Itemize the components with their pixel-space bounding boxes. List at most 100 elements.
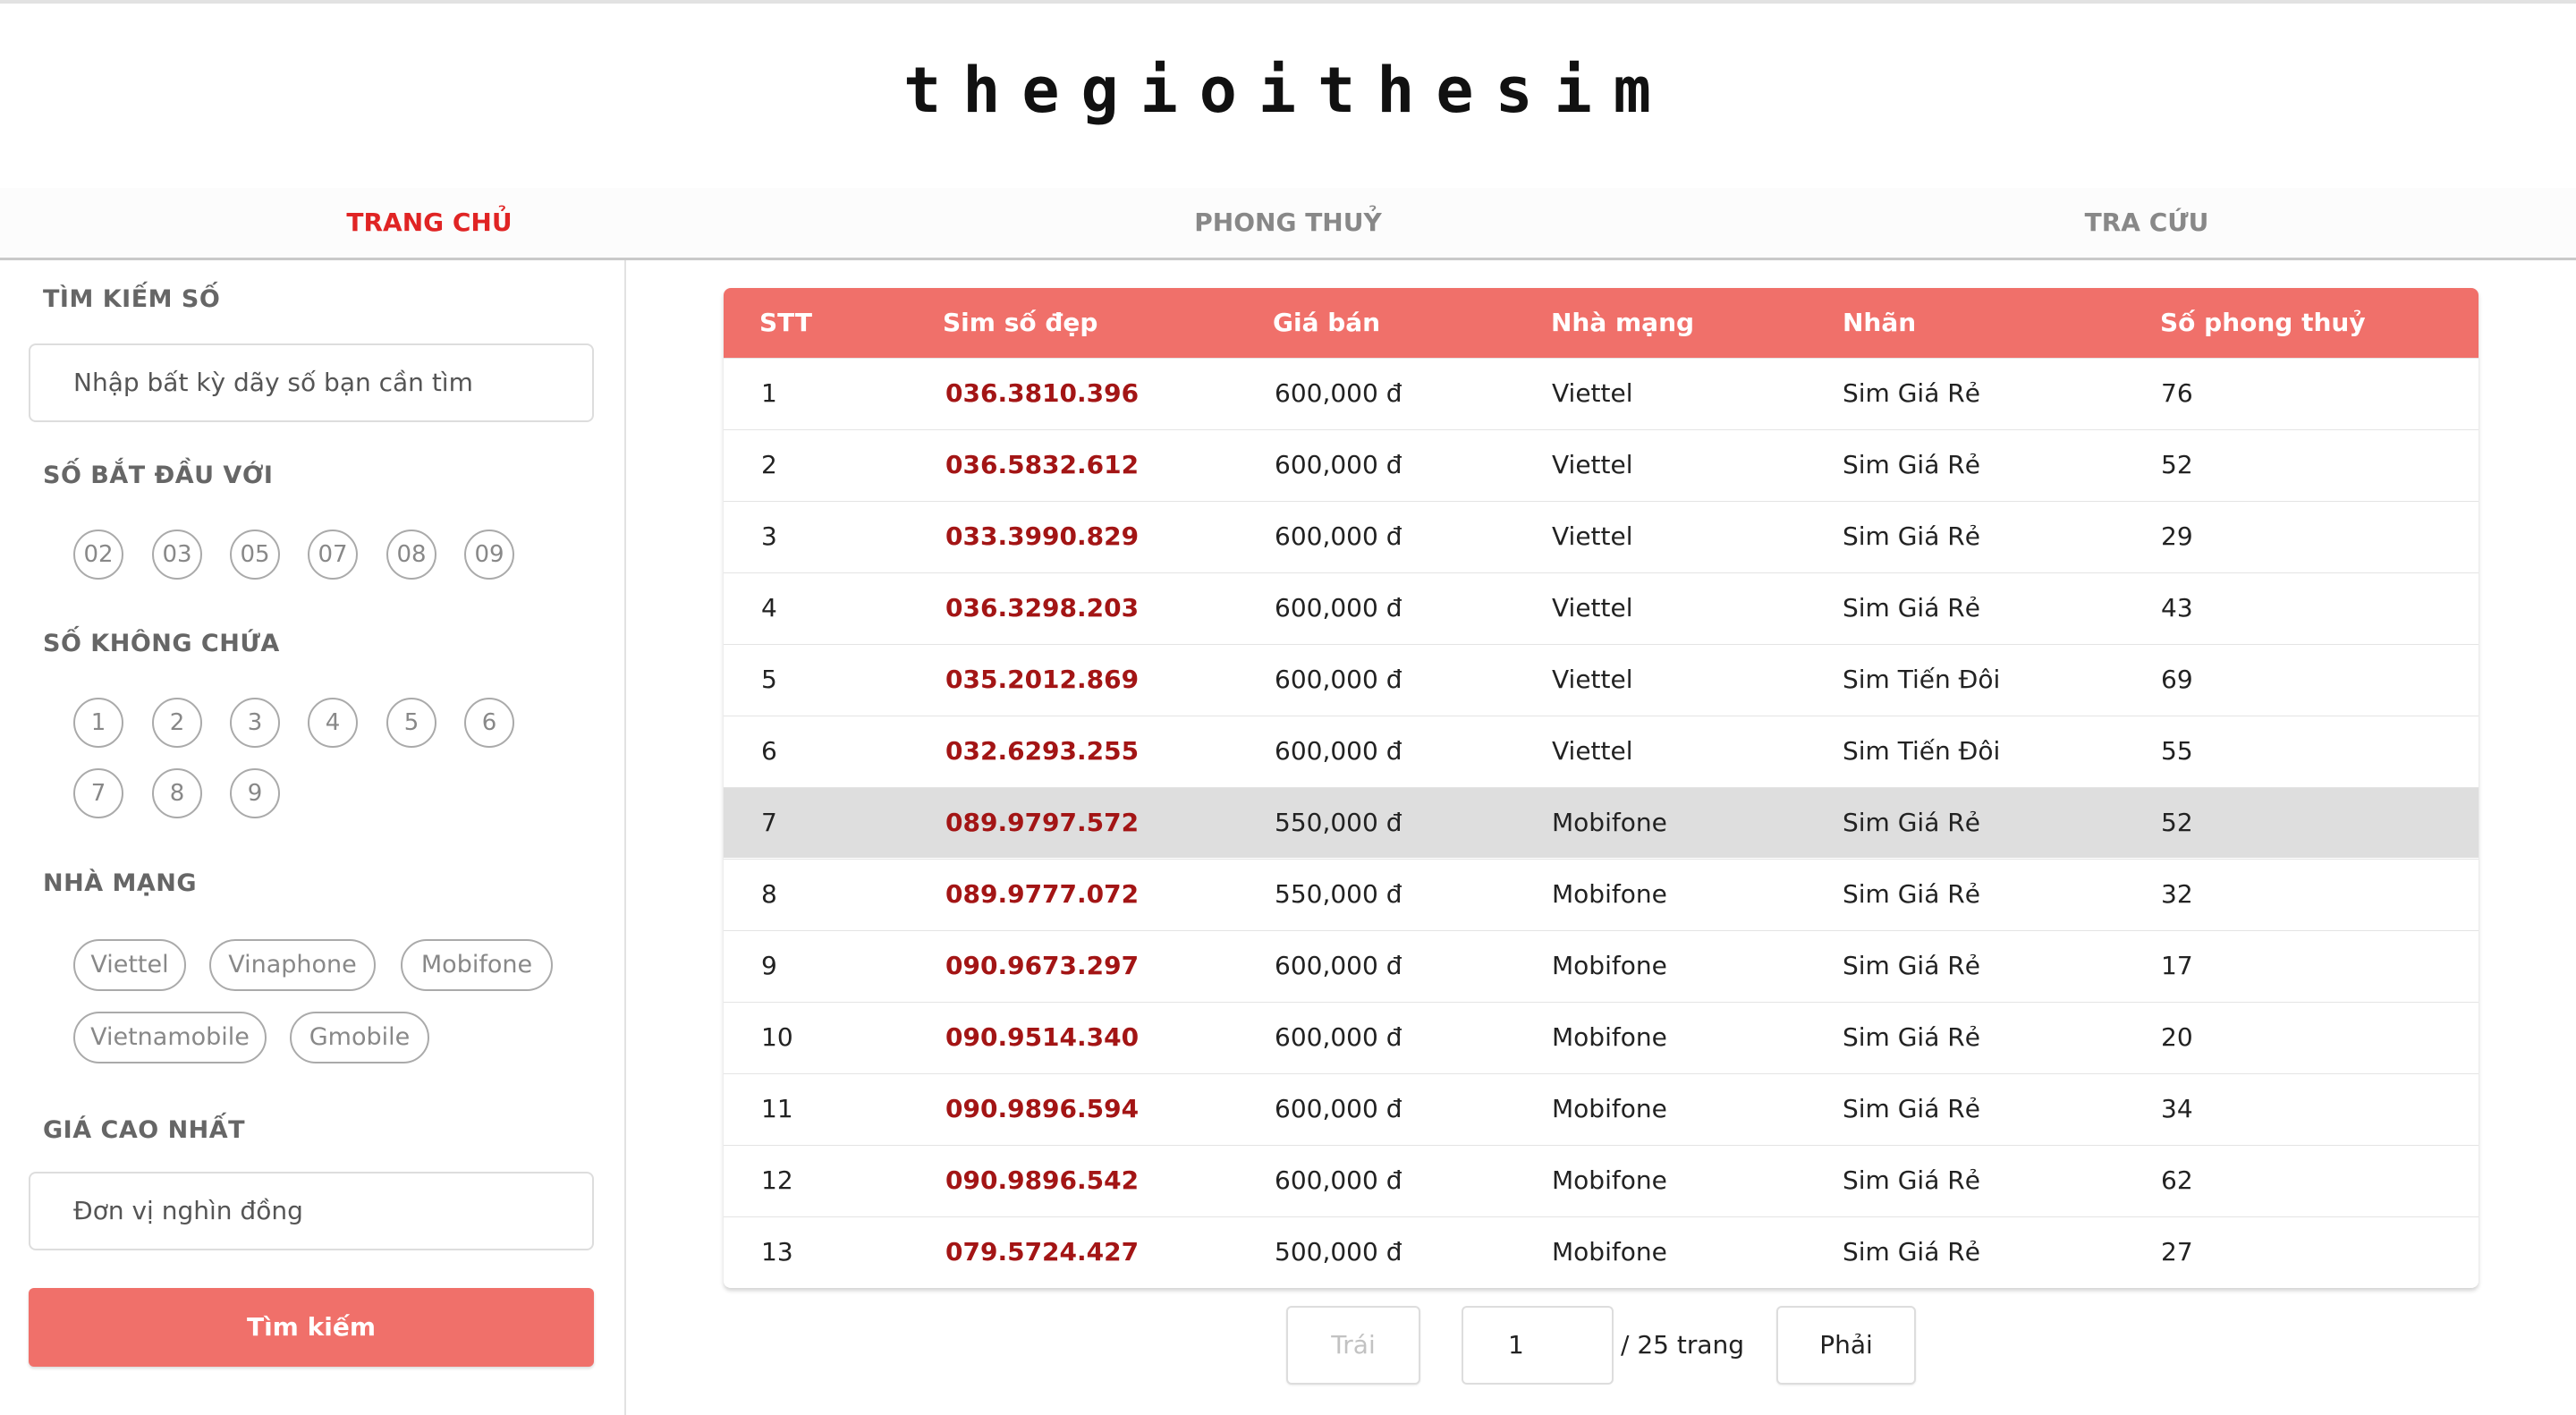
cell-stt: 4 xyxy=(761,593,777,623)
exclude-digit-8[interactable]: 8 xyxy=(152,768,202,818)
search-button[interactable]: Tìm kiếm xyxy=(29,1288,594,1367)
header-price: Giá bán xyxy=(1273,308,1381,337)
exclude-title: SỐ KHÔNG CHỨA xyxy=(43,630,280,657)
cell-sim-number[interactable]: 035.2012.869 xyxy=(945,645,1139,715)
cell-carrier: Viettel xyxy=(1552,378,1633,408)
prefix-03[interactable]: 03 xyxy=(152,530,202,580)
exclude-digit-6[interactable]: 6 xyxy=(464,698,514,748)
table-row[interactable]: 12 090.9896.542 600,000 đ Mobifone Sim Giá R… xyxy=(724,1145,2479,1216)
cell-price: 600,000 đ xyxy=(1275,1094,1402,1123)
cell-price: 600,000 đ xyxy=(1275,736,1402,766)
search-title: TÌM KIẾM SỐ xyxy=(43,285,221,313)
exclude-digit-9[interactable]: 9 xyxy=(230,768,280,818)
header-sim: Sim số đẹp xyxy=(943,308,1098,337)
cell-label: Sim Giá Rẻ xyxy=(1843,593,1980,623)
cell-phong-thuy: 52 xyxy=(2161,450,2193,479)
cell-sim-number[interactable]: 090.9514.340 xyxy=(945,1003,1139,1072)
exclude-digit-5[interactable]: 5 xyxy=(386,698,436,748)
exclude-digit-1[interactable]: 1 xyxy=(73,698,123,748)
carrier-mobifone[interactable]: Mobifone xyxy=(401,939,553,991)
cell-carrier: Mobifone xyxy=(1552,808,1667,837)
prev-page-button[interactable]: Trái xyxy=(1286,1306,1420,1385)
header-stt: STT xyxy=(759,308,813,337)
cell-price: 600,000 đ xyxy=(1275,378,1402,408)
exclude-digit-2[interactable]: 2 xyxy=(152,698,202,748)
cell-carrier: Mobifone xyxy=(1552,1237,1667,1267)
cell-price: 500,000 đ xyxy=(1275,1237,1402,1267)
table-row[interactable]: 3 033.3990.829 600,000 đ Viettel Sim Giá Rẻ 2… xyxy=(724,501,2479,572)
cell-carrier: Viettel xyxy=(1552,521,1633,551)
page-number-input[interactable]: 1 xyxy=(1462,1306,1614,1385)
exclude-digit-7[interactable]: 7 xyxy=(73,768,123,818)
cell-sim-number[interactable]: 090.9896.542 xyxy=(945,1146,1139,1216)
cell-sim-number[interactable]: 036.3810.396 xyxy=(945,359,1139,428)
cell-sim-number[interactable]: 032.6293.255 xyxy=(945,716,1139,786)
header-phong-thuy: Số phong thuỷ xyxy=(2160,308,2366,337)
cell-label: Sim Giá Rẻ xyxy=(1843,1094,1980,1123)
site-logo[interactable]: thegioithesim xyxy=(0,54,2576,127)
cell-carrier: Mobifone xyxy=(1552,879,1667,909)
cell-sim-number[interactable]: 090.9673.297 xyxy=(945,931,1139,1001)
max-price-input[interactable]: Đơn vị nghìn đồng xyxy=(29,1172,594,1250)
cell-phong-thuy: 62 xyxy=(2161,1165,2193,1195)
cell-label: Sim Tiến Đôi xyxy=(1843,736,2001,766)
cell-stt: 13 xyxy=(761,1237,793,1267)
prefix-09[interactable]: 09 xyxy=(464,530,514,580)
page-total: / 25 trang xyxy=(1621,1330,1745,1360)
cell-phong-thuy: 27 xyxy=(2161,1237,2193,1267)
cell-sim-number[interactable]: 033.3990.829 xyxy=(945,502,1139,572)
table-row[interactable]: 10 090.9514.340 600,000 đ Mobifone Sim Giá R… xyxy=(724,1002,2479,1072)
table-row[interactable]: 11 090.9896.594 600,000 đ Mobifone Sim Giá R… xyxy=(724,1073,2479,1144)
cell-stt: 2 xyxy=(761,450,777,479)
carrier-vietnamobile[interactable]: Vietnamobile xyxy=(73,1012,267,1063)
nav-tra-cuu[interactable]: TRA CỨU xyxy=(1717,188,2576,258)
cell-phong-thuy: 17 xyxy=(2161,951,2193,980)
cell-sim-number[interactable]: 036.5832.612 xyxy=(945,430,1139,500)
filter-sidebar: TÌM KIẾM SỐ Nhập bất kỳ dãy số bạn cần t… xyxy=(0,260,626,1415)
prefix-07[interactable]: 07 xyxy=(308,530,358,580)
table-row[interactable]: 7 089.9797.572 550,000 đ Mobifone Sim Giá Rẻ… xyxy=(724,787,2479,858)
nav-phong-thuy[interactable]: PHONG THUỶ xyxy=(859,188,1717,258)
cell-phong-thuy: 20 xyxy=(2161,1022,2193,1052)
number-search-input[interactable]: Nhập bất kỳ dãy số bạn cần tìm xyxy=(29,343,594,422)
nav-home[interactable]: TRANG CHỦ xyxy=(0,188,859,258)
table-row[interactable]: 13 079.5724.427 500,000 đ Mobifone Sim Giá R… xyxy=(724,1216,2479,1287)
table-row[interactable]: 4 036.3298.203 600,000 đ Viettel Sim Giá Rẻ 4… xyxy=(724,572,2479,643)
next-page-button[interactable]: Phải xyxy=(1776,1306,1916,1385)
cell-price: 550,000 đ xyxy=(1275,879,1402,909)
table-row[interactable]: 1 036.3810.396 600,000 đ Viettel Sim Giá Rẻ 7… xyxy=(724,358,2479,428)
cell-sim-number[interactable]: 089.9777.072 xyxy=(945,860,1139,929)
prefix-08[interactable]: 08 xyxy=(386,530,436,580)
carrier-vinaphone[interactable]: Vinaphone xyxy=(209,939,376,991)
carrier-gmobile[interactable]: Gmobile xyxy=(290,1012,429,1063)
cell-label: Sim Giá Rẻ xyxy=(1843,808,1980,837)
prefix-title: SỐ BẮT ĐẦU VỚI xyxy=(43,462,274,489)
table-row[interactable]: 8 089.9777.072 550,000 đ Mobifone Sim Giá Rẻ… xyxy=(724,859,2479,929)
cell-sim-number[interactable]: 036.3298.203 xyxy=(945,573,1139,643)
exclude-digit-4[interactable]: 4 xyxy=(308,698,358,748)
table-row[interactable]: 5 035.2012.869 600,000 đ Viettel Sim Tiến Đô… xyxy=(724,644,2479,715)
table-header: STT Sim số đẹp Giá bán Nhà mạng Nhãn Số … xyxy=(724,288,2479,358)
cell-price: 550,000 đ xyxy=(1275,808,1402,837)
header-carrier: Nhà mạng xyxy=(1551,308,1695,337)
cell-stt: 3 xyxy=(761,521,777,551)
cell-carrier: Viettel xyxy=(1552,665,1633,694)
cell-carrier: Viettel xyxy=(1552,593,1633,623)
header: thegioithesim xyxy=(0,4,2576,188)
cell-sim-number[interactable]: 079.5724.427 xyxy=(945,1217,1139,1287)
prefix-02[interactable]: 02 xyxy=(73,530,123,580)
cell-label: Sim Giá Rẻ xyxy=(1843,879,1980,909)
cell-stt: 6 xyxy=(761,736,777,766)
exclude-digit-3[interactable]: 3 xyxy=(230,698,280,748)
table-row[interactable]: 9 090.9673.297 600,000 đ Mobifone Sim Giá Rẻ… xyxy=(724,930,2479,1001)
cell-carrier: Mobifone xyxy=(1552,1094,1667,1123)
cell-label: Sim Giá Rẻ xyxy=(1843,521,1980,551)
cell-sim-number[interactable]: 090.9896.594 xyxy=(945,1074,1139,1144)
table-row[interactable]: 6 032.6293.255 600,000 đ Viettel Sim Tiến Đô… xyxy=(724,716,2479,786)
carrier-viettel[interactable]: Viettel xyxy=(73,939,186,991)
table-row[interactable]: 2 036.5832.612 600,000 đ Viettel Sim Giá Rẻ 5… xyxy=(724,429,2479,500)
prefix-05[interactable]: 05 xyxy=(230,530,280,580)
cell-stt: 12 xyxy=(761,1165,793,1195)
cell-stt: 1 xyxy=(761,378,777,408)
cell-sim-number[interactable]: 089.9797.572 xyxy=(945,788,1139,858)
